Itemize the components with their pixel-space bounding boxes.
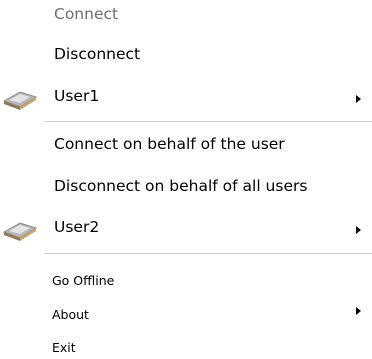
user-card-icon [2, 91, 38, 110]
user-card-icon [2, 222, 38, 241]
menu-item-go-offline-label: Go Offline [52, 273, 115, 288]
submenu-arrow-icon [356, 226, 361, 234]
menu-item-disconnect-on-behalf[interactable]: Disconnect on behalf of all users [0, 172, 372, 204]
menu-item-go-offline[interactable]: Go Offline [0, 268, 372, 296]
menu-separator [44, 121, 372, 122]
menu-item-disconnect-label: Disconnect [54, 45, 141, 63]
menu-item-disconnect-on-behalf-label: Disconnect on behalf of all users [54, 177, 308, 195]
menu-item-user2-label: User2 [54, 218, 100, 236]
menu-item-connect: Connect [0, 0, 372, 30]
menu-item-connect-on-behalf-label: Connect on behalf of the user [54, 135, 285, 153]
context-menu: Connect Disconnect User1 Connect on beha… [0, 0, 372, 359]
menu-item-user1-label: User1 [54, 87, 100, 105]
menu-separator [44, 253, 372, 254]
menu-item-about-label: About [52, 307, 89, 322]
submenu-arrow-icon [356, 95, 361, 103]
submenu-arrow-icon [356, 307, 361, 315]
menu-item-user2[interactable]: User2 [0, 213, 372, 245]
menu-item-connect-on-behalf[interactable]: Connect on behalf of the user [0, 130, 372, 162]
menu-item-exit-label: Exit [52, 340, 76, 355]
menu-item-disconnect[interactable]: Disconnect [0, 40, 372, 72]
menu-item-exit[interactable]: Exit [0, 336, 372, 359]
menu-item-connect-label: Connect [54, 5, 119, 23]
menu-item-about[interactable]: About [0, 302, 372, 330]
menu-item-user1[interactable]: User1 [0, 82, 372, 114]
